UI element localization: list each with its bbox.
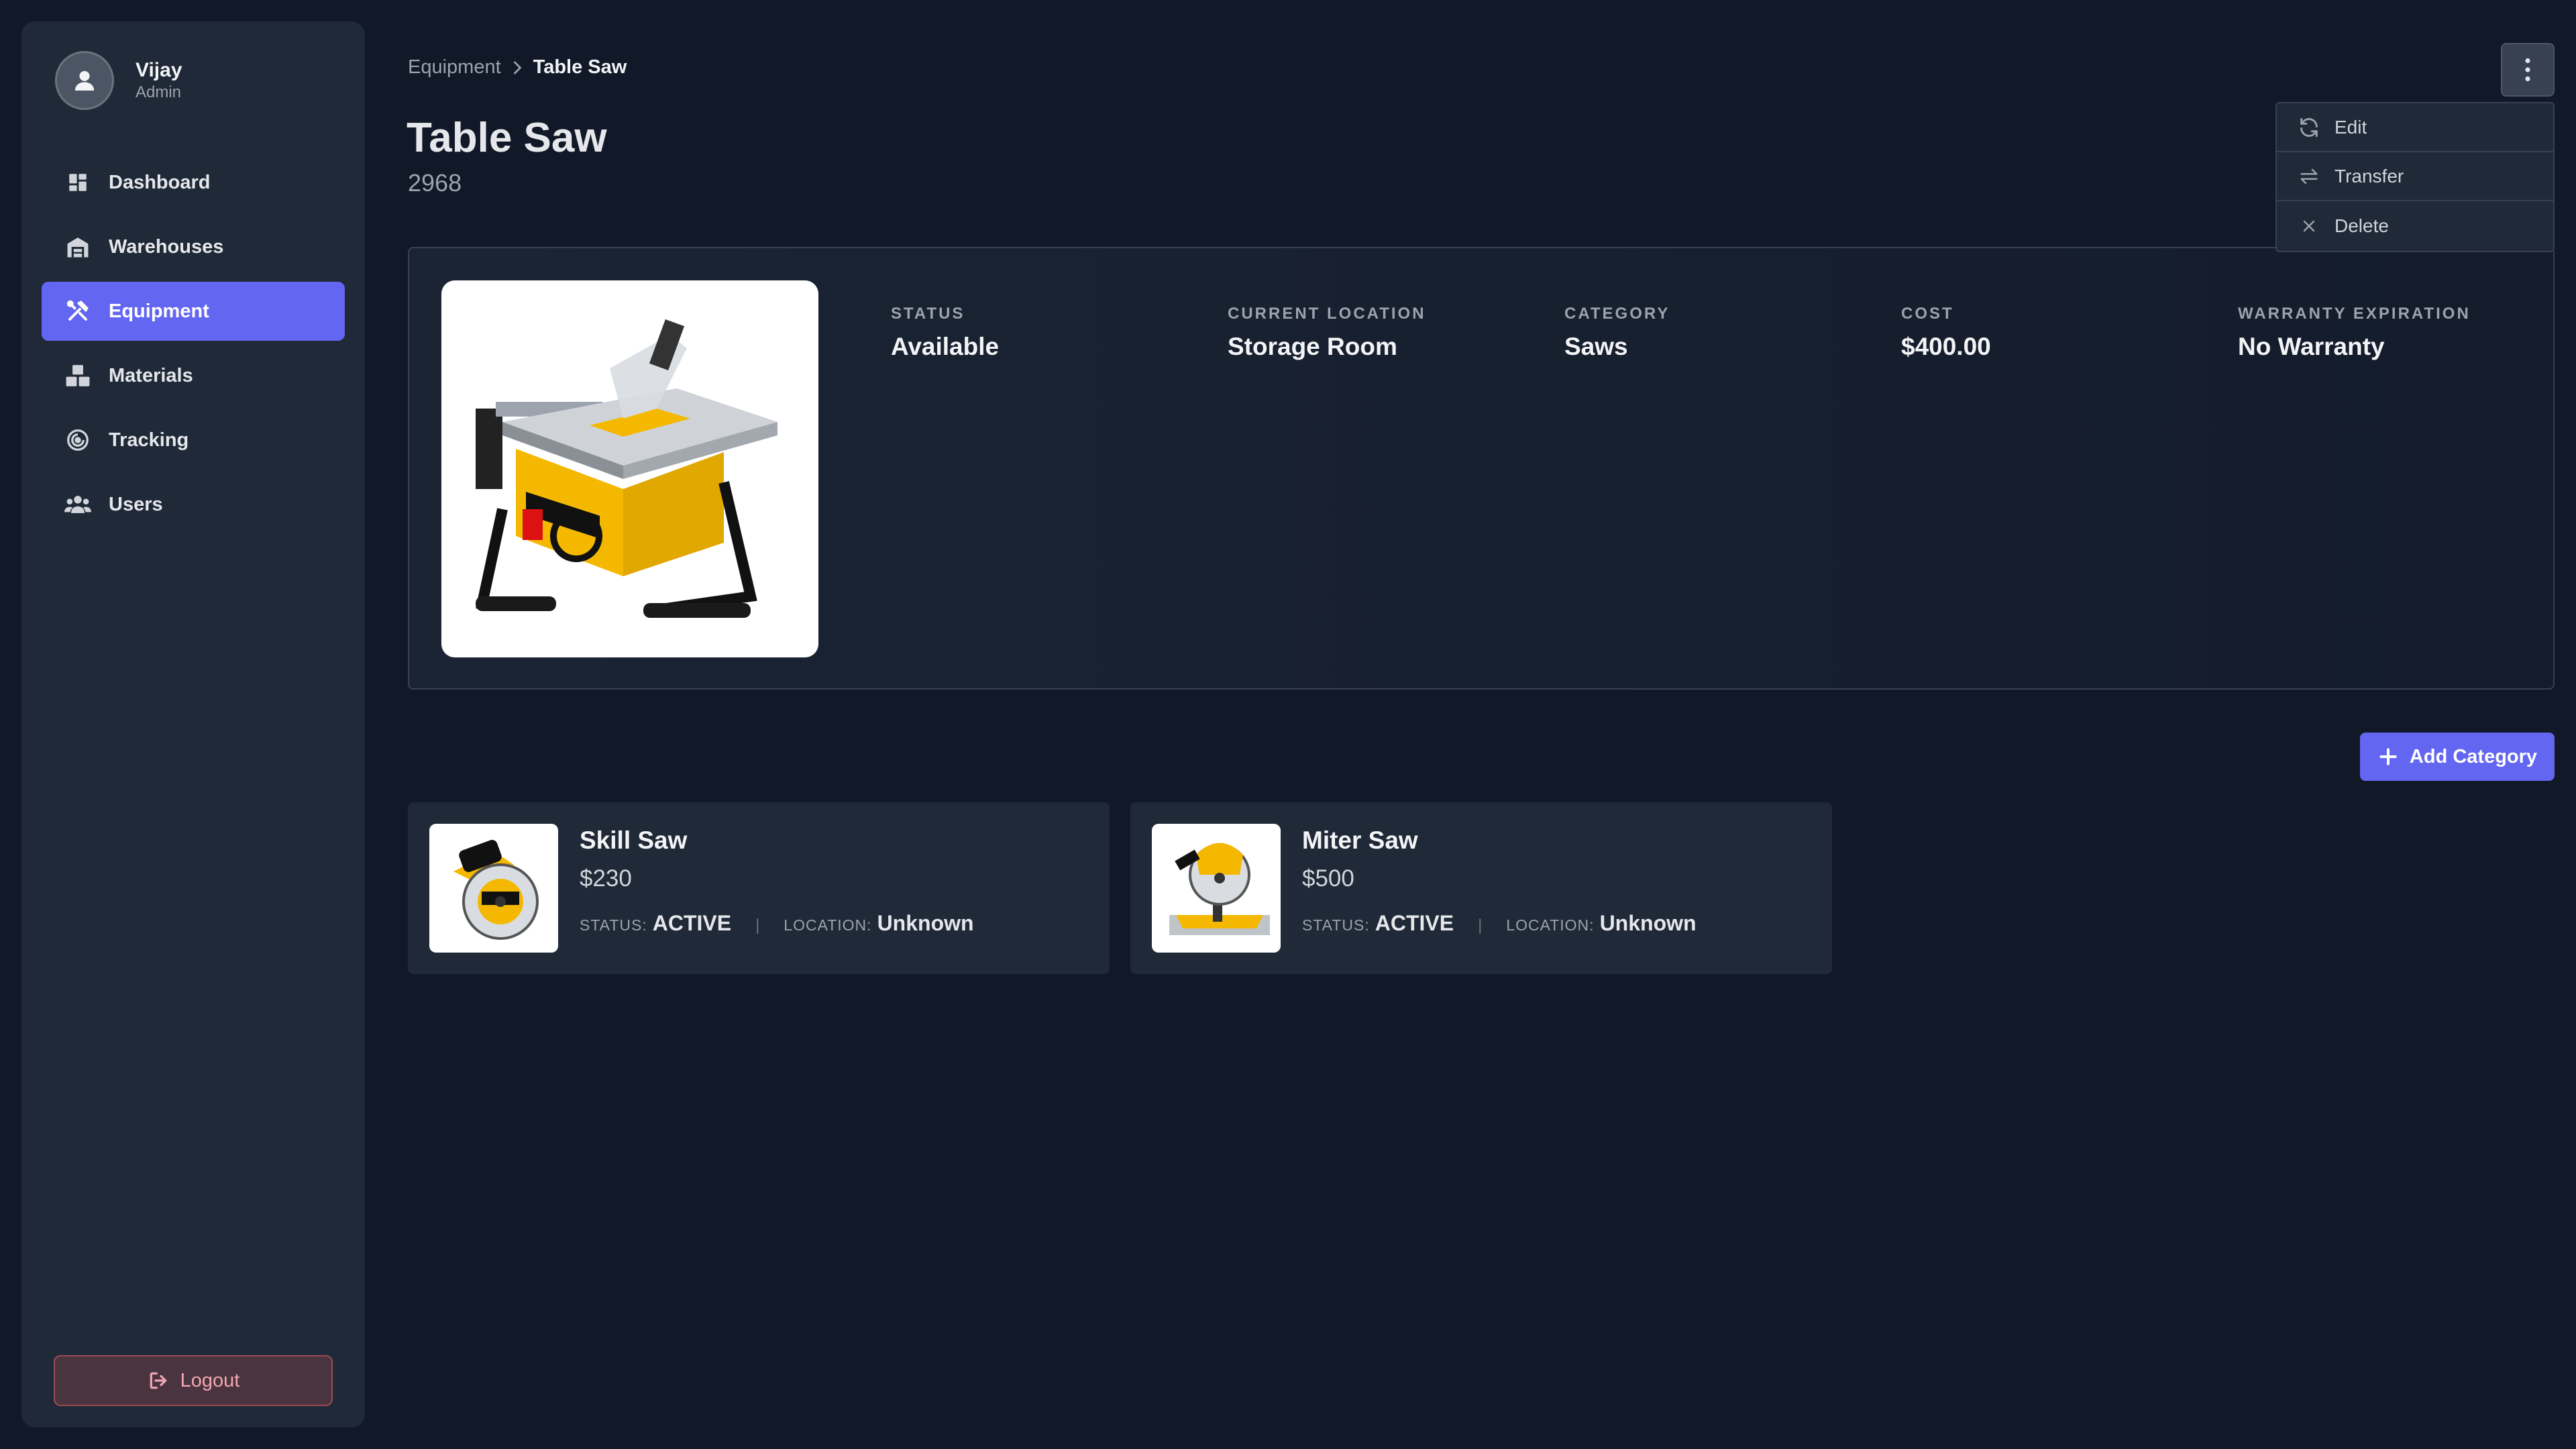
sidebar-item-label: Dashboard <box>109 171 211 193</box>
menu-item-delete[interactable]: Delete <box>2277 201 2553 250</box>
related-title: Miter Saw <box>1302 826 1418 854</box>
transfer-icon <box>2297 164 2321 189</box>
sidebar-item-label: Tracking <box>109 429 189 451</box>
item-id: 2968 <box>408 169 462 197</box>
separator: | <box>1478 916 1483 934</box>
stat-label: CURRENT LOCATION <box>1228 305 1426 323</box>
user-name: Vijay <box>136 59 182 81</box>
dashboard-icon <box>64 169 91 196</box>
sidebar-item-tracking[interactable]: Tracking <box>42 411 345 470</box>
equipment-detail-card: STATUS Available CURRENT LOCATION Storag… <box>408 247 2555 690</box>
stat-status: STATUS Available <box>891 305 999 361</box>
related-equipment-card[interactable]: Miter Saw $500 STATUS: ACTIVE | LOCATION… <box>1130 802 1832 974</box>
separator: | <box>755 916 760 934</box>
cost-value: $400.00 <box>1901 333 1991 360</box>
related-price: $230 <box>580 865 632 892</box>
more-options-button[interactable] <box>2501 43 2555 97</box>
sidebar-item-label: Materials <box>109 364 193 386</box>
menu-item-label: Edit <box>2334 116 2367 138</box>
breadcrumb-current: Table Saw <box>533 56 627 78</box>
logout-button[interactable]: Logout <box>54 1355 333 1406</box>
related-price: $500 <box>1302 865 1354 892</box>
stat-current-location: CURRENT LOCATION Storage Room <box>1228 305 1426 361</box>
logout-label: Logout <box>180 1369 240 1391</box>
add-category-button[interactable]: Add Category <box>2360 733 2555 781</box>
stat-category: CATEGORY Saws <box>1564 305 1670 361</box>
stat-cost: COST $400.00 <box>1901 305 1991 361</box>
breadcrumb-parent-link[interactable]: Equipment <box>408 56 501 78</box>
breadcrumb: Equipment Table Saw <box>408 56 627 78</box>
add-category-label: Add Category <box>2409 745 2538 767</box>
related-meta: STATUS: ACTIVE | LOCATION: Unknown <box>580 911 974 936</box>
user-role: Admin <box>136 83 182 101</box>
stat-label: STATUS <box>891 305 965 323</box>
page-title: Table Saw <box>407 115 607 161</box>
stat-label: CATEGORY <box>1564 305 1670 323</box>
location-value: Unknown <box>1599 911 1697 935</box>
menu-item-edit[interactable]: Edit <box>2277 103 2553 152</box>
sidebar-nav: Dashboard Warehouses Equipment Materials… <box>42 153 345 534</box>
miter-saw-image <box>1152 824 1281 953</box>
category-value: Saws <box>1564 333 1628 360</box>
sidebar-item-warehouses[interactable]: Warehouses <box>42 217 345 276</box>
stat-warranty-expiration: WARRANTY EXPIRATION No Warranty <box>2238 305 2471 361</box>
sidebar-item-label: Users <box>109 493 163 515</box>
menu-item-label: Delete <box>2334 215 2389 236</box>
status-value: ACTIVE <box>652 911 732 935</box>
sidebar-item-users[interactable]: Users <box>42 475 345 534</box>
boxes-icon <box>64 362 91 389</box>
status-value: ACTIVE <box>1375 911 1454 935</box>
user-icon <box>74 70 95 91</box>
sidebar-item-equipment[interactable]: Equipment <box>42 282 345 341</box>
circular-saw-image <box>429 824 558 953</box>
location-label: LOCATION: <box>1506 916 1595 934</box>
stat-label: WARRANTY EXPIRATION <box>2238 305 2471 323</box>
plus-icon <box>2377 746 2399 767</box>
status-value: Available <box>891 333 1000 360</box>
related-equipment-card[interactable]: Skill Saw $230 STATUS: ACTIVE | LOCATION… <box>408 802 1110 974</box>
close-icon <box>2297 214 2321 238</box>
menu-item-label: Transfer <box>2334 165 2404 186</box>
warehouse-icon <box>64 233 91 260</box>
menu-item-transfer[interactable]: Transfer <box>2277 152 2553 201</box>
sidebar-item-label: Warehouses <box>109 235 224 258</box>
table-saw-image <box>441 280 818 657</box>
sidebar-item-label: Equipment <box>109 300 209 322</box>
related-meta: STATUS: ACTIVE | LOCATION: Unknown <box>1302 911 1697 936</box>
more-vertical-icon <box>2525 58 2530 82</box>
sidebar-item-materials[interactable]: Materials <box>42 346 345 405</box>
user-profile[interactable]: Vijay Admin <box>42 48 345 113</box>
avatar <box>55 51 114 110</box>
location-value: Storage Room <box>1228 333 1397 360</box>
tracking-icon <box>64 427 91 453</box>
refresh-icon <box>2297 115 2321 140</box>
location-value: Unknown <box>877 911 974 935</box>
sidebar-item-dashboard[interactable]: Dashboard <box>42 153 345 212</box>
tools-icon <box>64 298 91 325</box>
status-label: STATUS: <box>1302 916 1370 934</box>
location-label: LOCATION: <box>784 916 872 934</box>
related-title: Skill Saw <box>580 826 688 854</box>
sidebar: Vijay Admin Dashboard Warehouses Equipme… <box>21 21 365 1428</box>
warranty-value: No Warranty <box>2238 333 2385 360</box>
chevron-right-icon <box>511 60 524 76</box>
actions-dropdown-menu: Edit Transfer Delete <box>2275 102 2555 252</box>
status-label: STATUS: <box>580 916 647 934</box>
users-icon <box>64 491 91 518</box>
logout-icon <box>147 1369 170 1392</box>
stat-label: COST <box>1901 305 1954 323</box>
